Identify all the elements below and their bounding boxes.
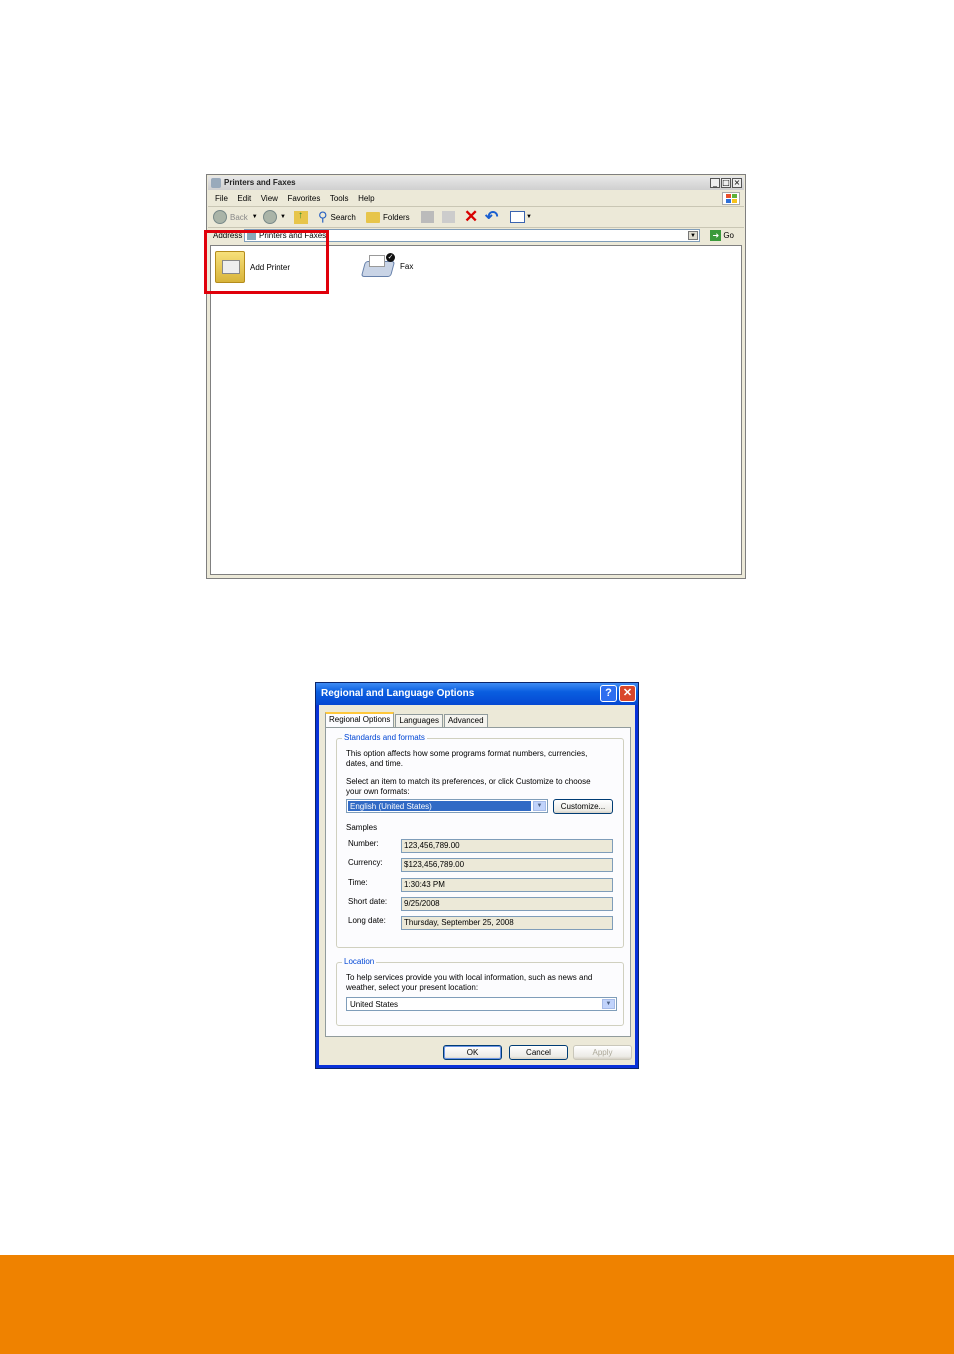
- forward-arrow-icon: [263, 210, 277, 224]
- tab-languages[interactable]: Languages: [395, 714, 443, 728]
- chevron-down-icon: ▼: [533, 801, 546, 811]
- location-select[interactable]: United States ▼: [346, 997, 617, 1011]
- ok-button[interactable]: OK: [443, 1045, 502, 1060]
- dialog-title-bar: Regional and Language Options ? ✕: [316, 683, 638, 705]
- sample-time-value: 1:30:43 PM: [401, 878, 613, 892]
- printers-folder-icon: [211, 178, 221, 188]
- up-folder-icon: ↑: [294, 210, 308, 224]
- standards-formats-group: Standards and formats This option affect…: [336, 733, 624, 948]
- sample-number-label: Number:: [348, 839, 379, 848]
- sample-time-label: Time:: [348, 878, 368, 887]
- format-selected-value: English (United States): [348, 801, 531, 811]
- location-selected-value: United States: [350, 1000, 399, 1009]
- tab-advanced[interactable]: Advanced: [443, 714, 488, 728]
- fax-icon: ✓: [360, 253, 396, 279]
- folders-button[interactable]: Folders: [366, 209, 410, 225]
- select-instruction-line1: Select an item to match its preferences,…: [346, 777, 591, 786]
- fax-label: Fax: [400, 261, 414, 271]
- forward-button[interactable]: ▼: [263, 209, 286, 225]
- standards-desc-line2: dates, and time.: [346, 759, 403, 768]
- menu-file[interactable]: File: [215, 194, 228, 203]
- standards-desc-line1: This option affects how some programs fo…: [346, 749, 588, 758]
- location-group: Location To help services provide you wi…: [336, 957, 624, 1026]
- menu-tools[interactable]: Tools: [330, 194, 349, 203]
- up-folder-button[interactable]: ↑: [294, 209, 308, 225]
- sample-long-date-label: Long date:: [348, 916, 386, 925]
- views-icon: [510, 211, 525, 223]
- chevron-down-icon: ▼: [526, 214, 532, 220]
- cancel-button[interactable]: Cancel: [509, 1045, 568, 1060]
- back-arrow-icon: [213, 210, 227, 224]
- tab-strip: Regional Options Languages Advanced: [325, 712, 489, 730]
- dialog-title: Regional and Language Options: [321, 688, 475, 699]
- location-legend: Location: [342, 957, 377, 966]
- chevron-down-icon: ▼: [602, 999, 615, 1009]
- sample-short-date-label: Short date:: [348, 897, 388, 906]
- folders-icon: [366, 211, 380, 223]
- window-title-bar: Printers and Faxes _ □ ×: [208, 176, 744, 190]
- folders-label: Folders: [383, 212, 410, 222]
- format-select[interactable]: English (United States) ▼: [346, 799, 548, 813]
- dialog-close-button[interactable]: ✕: [619, 685, 636, 702]
- sample-long-date-value: Thursday, September 25, 2008: [401, 916, 613, 930]
- location-desc-line1: To help services provide you with local …: [346, 973, 593, 982]
- move-to-button[interactable]: [421, 209, 434, 225]
- chevron-down-icon: ▼: [280, 214, 286, 220]
- search-label: Search: [330, 212, 356, 222]
- sample-short-date-value: 9/25/2008: [401, 897, 613, 911]
- sample-currency-value: $123,456,789.00: [401, 858, 613, 872]
- search-icon: ⚲: [318, 209, 328, 224]
- copy-to-icon: [442, 211, 455, 223]
- menu-help[interactable]: Help: [358, 194, 374, 203]
- sample-number-value: 123,456,789.00: [401, 839, 613, 853]
- back-label: Back: [230, 212, 248, 222]
- regional-options-panel: Standards and formats This option affect…: [325, 727, 631, 1037]
- regional-language-dialog: Regional and Language Options ? ✕ Region…: [315, 682, 639, 1069]
- undo-icon: ↶: [485, 209, 499, 226]
- add-printer-highlight-box: [204, 230, 329, 294]
- help-button[interactable]: ?: [600, 685, 617, 702]
- copy-to-button[interactable]: [442, 209, 455, 225]
- close-button[interactable]: ×: [732, 178, 742, 188]
- customize-button[interactable]: Customize...: [553, 799, 613, 814]
- menu-bar: File Edit View Favorites Tools Help: [208, 191, 744, 207]
- standards-legend: Standards and formats: [342, 733, 427, 742]
- default-check-icon: ✓: [386, 253, 395, 262]
- footer-bar: [0, 1255, 954, 1354]
- back-button[interactable]: Back ▼: [213, 209, 258, 225]
- menu-view[interactable]: View: [261, 194, 278, 203]
- toolbar: Back ▼ ▼ ↑ ⚲ Search Folders ✕ ↶ ▼: [208, 207, 744, 228]
- views-button[interactable]: ▼: [510, 209, 532, 225]
- delete-button[interactable]: ✕: [464, 207, 479, 226]
- go-label: Go: [723, 231, 734, 240]
- window-title: Printers and Faxes: [224, 178, 296, 187]
- menu-favorites[interactable]: Favorites: [287, 194, 320, 203]
- search-button[interactable]: ⚲ Search: [318, 209, 356, 225]
- maximize-button[interactable]: □: [721, 178, 731, 188]
- minimize-button[interactable]: _: [710, 178, 720, 188]
- samples-label: Samples: [346, 823, 378, 832]
- location-desc-line2: weather, select your present location:: [346, 983, 479, 992]
- move-to-icon: [421, 211, 434, 223]
- apply-button[interactable]: Apply: [573, 1045, 632, 1060]
- menu-edit[interactable]: Edit: [237, 194, 251, 203]
- fax-item[interactable]: ✓ Fax: [360, 253, 414, 279]
- delete-x-icon: ✕: [464, 207, 479, 226]
- sample-currency-label: Currency:: [348, 858, 383, 867]
- undo-button[interactable]: ↶: [485, 209, 499, 226]
- select-instruction-line2: your own formats:: [346, 787, 410, 796]
- windows-logo-icon: [722, 192, 740, 205]
- go-button[interactable]: ➜ Go: [710, 230, 734, 241]
- file-list-area: Add Printer ✓ Fax: [210, 245, 742, 575]
- chevron-down-icon: ▼: [251, 214, 258, 220]
- address-dropdown-button[interactable]: ▼: [688, 231, 698, 240]
- go-arrow-icon: ➜: [710, 230, 722, 241]
